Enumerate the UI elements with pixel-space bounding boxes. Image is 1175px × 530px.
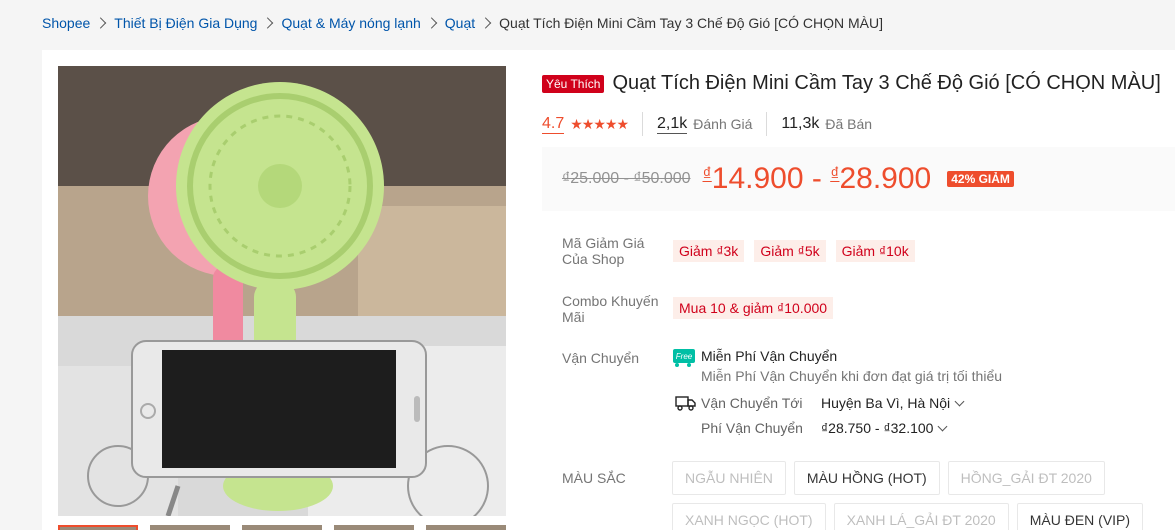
chevron-right-icon [262,17,274,29]
combo-label: Combo Khuyến Mãi [562,293,659,325]
product-card: Yêu Thích Quạt Tích Điện Mini Cầm Tay 3 … [42,50,1175,530]
shipping-fee-label: Phí Vận Chuyển [701,420,803,436]
reviews-count: 2,1k [657,114,688,134]
price-separator: - [803,162,831,195]
color-label: MÀU SẮC [562,470,626,486]
color-option-pink-2020[interactable]: HỒNG_GẢI ĐT 2020 [947,461,1105,495]
rating-stat[interactable]: 4.7 ★★★★★ [542,112,642,136]
product-title: Quạt Tích Điện Mini Cầm Tay 3 Chế Độ Gió… [612,72,1161,94]
product-image[interactable] [58,66,506,516]
shipping-fee-dropdown[interactable]: ₫28.750 - ₫32.100 [821,420,948,436]
ship-to-location-dropdown[interactable]: Huyện Ba Vì, Hà Nội [821,395,965,411]
shipping-fee-value: ₫28.750 - ₫32.100 [821,420,934,436]
currency-symbol: ₫ [702,164,712,184]
combo-deal[interactable]: Mua 10 & giảm ₫10.000 [673,297,834,319]
ship-to-label: Vận Chuyển Tới [701,395,803,411]
free-shipping: Free Miễn Phí Vận Chuyển [673,348,838,367]
breadcrumb-item-current: Quạt Tích Điện Mini Cầm Tay 3 Chế Độ Gió… [499,15,883,31]
favorite-badge: Yêu Thích [542,74,605,93]
sold-stat: 11,3k Đã Bán [766,112,886,136]
chevron-down-icon [954,396,965,406]
price-low: 14.900 [711,162,804,195]
ship-to-location: Huyện Ba Vì, Hà Nội [821,395,951,411]
color-option-pink-hot[interactable]: MÀU HỒNG (HOT) [793,461,940,495]
sold-label: Đã Bán [825,116,873,132]
product-photo [58,66,506,516]
original-price: ₫25.000 - ₫50.000 [562,170,691,187]
price-box: ₫25.000 - ₫50.000 ₫14.900 - ₫28.900 42% … [542,147,1175,211]
color-option-random[interactable]: NGẪU NHIÊN [672,461,786,495]
currency-symbol: ₫ [830,164,840,184]
truck-icon [675,396,696,411]
color-options: NGẪU NHIÊN MÀU HỒNG (HOT) HỒNG_GẢI ĐT 20… [672,461,1152,530]
thumbnail-1[interactable] [58,525,138,530]
chevron-right-icon [480,17,492,29]
breadcrumb-item-shopee[interactable]: Shopee [42,15,90,31]
color-option-black-vip[interactable]: MÀU ĐEN (VIP) [1016,503,1144,530]
shipping-fee: Phí Vận Chuyển ₫28.750 - ₫32.100 [701,420,948,436]
chevron-right-icon [425,17,438,29]
price-high: 28.900 [839,162,932,195]
chevron-down-icon [938,421,948,431]
breadcrumb-item-fans-heaters[interactable]: Quạt & Máy nóng lạnh [281,15,420,31]
breadcrumb-item-fans[interactable]: Quạt [445,15,475,31]
star-rating-icon: ★★★★★ [570,115,629,132]
sold-count: 11,3k [781,115,820,132]
thumbnail-2[interactable] [150,525,230,530]
thumbnail-4[interactable] [334,525,414,530]
breadcrumb: Shopee Thiết Bị Điện Gia Dụng Quạt & Máy… [42,15,883,31]
color-option-green-2020[interactable]: XANH LÁ_GẢI ĐT 2020 [833,503,1009,530]
voucher-3k[interactable]: Giảm ₫3k [673,240,745,262]
free-shipping-subtitle: Miễn Phí Vận Chuyển khi đơn đạt giá trị … [701,368,1003,384]
current-price: ₫14.900 - ₫28.900 [703,162,932,196]
color-option-turquoise-hot[interactable]: XANH NGỌC (HOT) [672,503,826,530]
product-title-row: Yêu Thích Quạt Tích Điện Mini Cầm Tay 3 … [542,72,1161,95]
shipping-label: Vận Chuyển [562,350,640,366]
product-stats: 4.7 ★★★★★ 2,1k Đánh Giá 11,3k Đã Bán [542,112,886,136]
voucher-list: Giảm ₫3k Giảm ₫5k Giảm ₫10k [673,240,915,262]
thumbnail-5[interactable] [426,525,506,530]
free-shipping-title: Miễn Phí Vận Chuyển [701,348,838,364]
reviews-label: Đánh Giá [693,116,753,132]
rating-value: 4.7 [542,114,565,134]
thumbnail-3[interactable] [242,525,322,530]
free-shipping-icon: Free [673,349,695,367]
discount-badge: 42% GIẢM [947,171,1014,187]
breadcrumb-item-appliances[interactable]: Thiết Bị Điện Gia Dụng [114,15,257,31]
reviews-stat[interactable]: 2,1k Đánh Giá [642,112,766,136]
thumbnail-strip [58,525,506,530]
voucher-label: Mã Giảm Giá Của Shop [562,235,645,267]
ship-to: Vận Chuyển Tới Huyện Ba Vì, Hà Nội [675,394,965,412]
voucher-10k[interactable]: Giảm ₫10k [835,240,915,262]
voucher-5k[interactable]: Giảm ₫5k [754,240,826,262]
chevron-right-icon [95,17,107,29]
